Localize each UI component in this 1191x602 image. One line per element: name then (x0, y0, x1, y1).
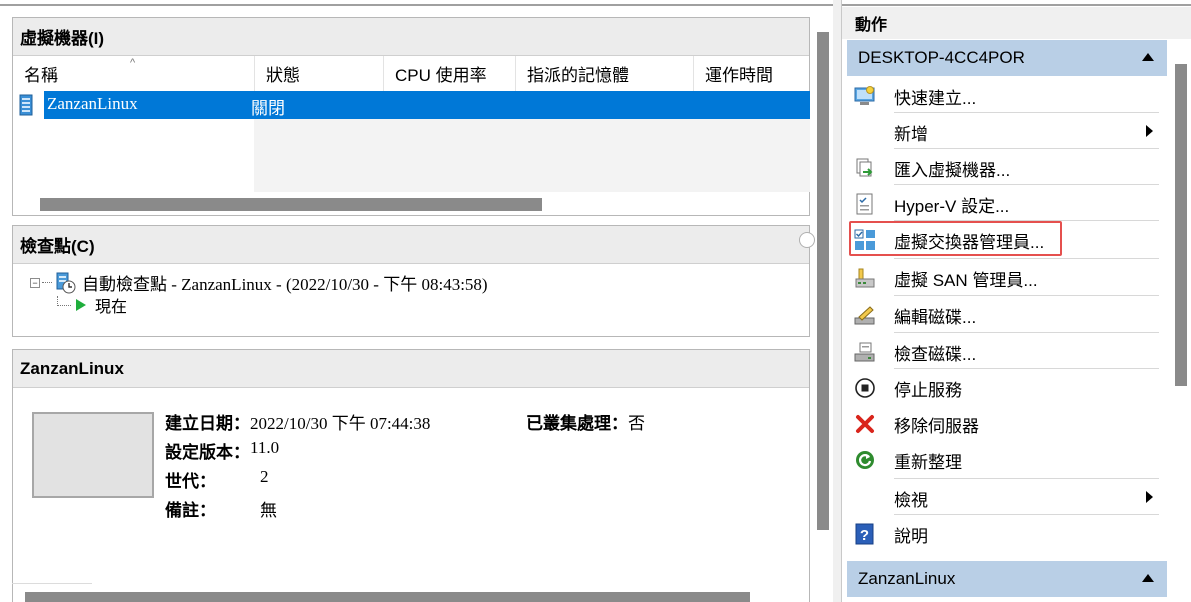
remove-x-icon (856, 415, 874, 433)
vm-thumbnail[interactable] (32, 412, 154, 498)
actions-top-divider (842, 4, 1191, 6)
action-inspect-disk[interactable]: 檢查磁碟... (847, 333, 1165, 369)
checkpoint-icon (56, 272, 76, 293)
column-header-memory[interactable]: 指派的記憶體 (515, 56, 693, 91)
action-label: 說明 (894, 527, 928, 546)
checkpoint-now-label: 現在 (95, 299, 128, 316)
refresh-icon (856, 451, 874, 469)
action-label: 虛擬 SAN 管理員... (894, 271, 1038, 290)
checkpoints-panel: 檢查點(C) − 自動檢查點 - ZanzanLinux - (2022/10/… (12, 225, 815, 337)
action-import-vm[interactable]: 匯入虛擬機器... (847, 149, 1165, 185)
virtual-machines-header: 虛擬機器(I) (13, 18, 809, 56)
actions-title: 動作 (842, 7, 1191, 39)
column-header-state[interactable]: 狀態 (254, 56, 383, 91)
submenu-arrow-icon (1146, 491, 1153, 503)
vm-list-horizontal-scrollbar[interactable] (40, 198, 542, 211)
detail-notes: 備註： 無 (165, 501, 277, 520)
highlight-box (849, 221, 1062, 256)
column-header-uptime[interactable]: 運作時間 (693, 56, 810, 91)
action-label: 匯入虛擬機器... (894, 161, 1011, 180)
hyperv-manager-window: 虛擬機器(I) 名稱 ^ 狀態 CPU 使用率 指派的記憶體 運作時間 Zanz… (0, 0, 1191, 602)
action-label: 停止服務 (894, 381, 962, 400)
main-content-area: 虛擬機器(I) 名稱 ^ 狀態 CPU 使用率 指派的記憶體 運作時間 Zanz… (0, 0, 833, 602)
vm-row-selection: ZanzanLinux 關閉 (44, 91, 810, 119)
action-label: 檢查磁碟... (894, 345, 977, 364)
vm-row-zanzanlinux[interactable]: ZanzanLinux 關閉 (13, 91, 810, 119)
action-label: 移除伺服器 (894, 417, 979, 436)
san-icon (855, 268, 875, 288)
vm-column-headers: 名稱 ^ 狀態 CPU 使用率 指派的記憶體 運作時間 (13, 56, 809, 91)
play-arrow-icon (76, 299, 86, 311)
detail-clustered: 已叢集處理： 否 (526, 414, 645, 433)
stop-icon (855, 378, 875, 398)
collapse-triangle-icon[interactable] (1142, 574, 1154, 582)
vm-list-empty-area-right (254, 119, 810, 192)
action-remove-server[interactable]: 移除伺服器 (847, 405, 1165, 441)
actions-pane: 動作 DESKTOP-4CC4POR 快速建立... 新增 匯入虛擬機器... … (841, 0, 1191, 602)
submenu-arrow-icon (1146, 125, 1153, 137)
vm-icon (19, 94, 33, 116)
action-label: 編輯磁碟... (894, 308, 977, 327)
action-group-server-label: DESKTOP-4CC4POR (858, 48, 1025, 67)
action-label: Hyper-V 設定... (894, 197, 1010, 216)
action-quick-create[interactable]: 快速建立... (847, 77, 1165, 113)
action-stop-service[interactable]: 停止服務 (847, 369, 1165, 405)
panel-collapse-button[interactable] (799, 232, 815, 248)
action-label: 檢視 (894, 491, 928, 510)
main-horizontal-scrollbar[interactable] (25, 592, 750, 602)
action-label: 快速建立... (894, 89, 977, 108)
column-header-cpu[interactable]: CPU 使用率 (383, 56, 515, 91)
action-help[interactable]: ? 說明 (847, 515, 1165, 551)
svg-text:?: ? (860, 527, 869, 544)
sort-ascending-icon: ^ (130, 57, 136, 69)
action-label: 重新整理 (894, 453, 962, 472)
actions-vertical-scrollbar[interactable] (1175, 64, 1187, 386)
tab-strip-remnant (12, 583, 92, 584)
detail-generation: 世代： 2 (165, 467, 269, 491)
settings-document-icon (856, 193, 873, 215)
action-label: 新增 (894, 125, 928, 144)
help-icon: ? (855, 523, 874, 545)
action-hyperv-settings[interactable]: Hyper-V 設定... (847, 185, 1165, 221)
vm-details-panel: ZanzanLinux 建立日期： 2022/10/30 下午 07:44:38… (12, 349, 810, 602)
main-vertical-scrollbar[interactable] (817, 32, 829, 530)
action-edit-disk[interactable]: 編輯磁碟... (847, 296, 1165, 332)
import-icon (856, 158, 873, 177)
virtual-machines-panel: 虛擬機器(I) 名稱 ^ 狀態 CPU 使用率 指派的記憶體 運作時間 Zanz… (12, 17, 810, 216)
detail-created-date: 建立日期： 2022/10/30 下午 07:44:38 (165, 414, 431, 433)
action-group-vm-label: ZanzanLinux (858, 569, 956, 588)
vm-details-header: ZanzanLinux (13, 350, 809, 388)
checkpoint-item[interactable]: − 自動檢查點 - ZanzanLinux - (2022/10/30 - 下午… (30, 270, 488, 295)
vm-state: 關閉 (251, 99, 285, 118)
checkpoint-now-item[interactable]: 現在 (57, 293, 127, 317)
action-group-server[interactable]: DESKTOP-4CC4POR (847, 40, 1167, 76)
edit-disk-icon (854, 306, 875, 325)
quick-create-icon (854, 86, 875, 105)
tree-connector (57, 296, 71, 306)
action-group-vm[interactable]: ZanzanLinux (847, 561, 1167, 597)
detail-config-version: 設定版本： 11.0 (165, 438, 280, 462)
vm-list-empty-area (13, 119, 254, 192)
vm-name: ZanzanLinux (47, 94, 138, 113)
checkpoint-label: 自動檢查點 - ZanzanLinux - (2022/10/30 - 下午 0… (82, 275, 488, 294)
tree-connector (42, 282, 52, 283)
collapse-triangle-icon[interactable] (1142, 53, 1154, 61)
action-virtual-san-manager[interactable]: 虛擬 SAN 管理員... (847, 259, 1165, 295)
checkpoints-header: 檢查點(C) (13, 226, 809, 264)
action-new[interactable]: 新增 (847, 113, 1165, 149)
top-divider (0, 4, 833, 6)
inspect-disk-icon (854, 342, 875, 362)
tree-collapse-icon[interactable]: − (30, 277, 40, 288)
action-refresh[interactable]: 重新整理 (847, 441, 1165, 477)
action-view[interactable]: 檢視 (847, 479, 1165, 515)
